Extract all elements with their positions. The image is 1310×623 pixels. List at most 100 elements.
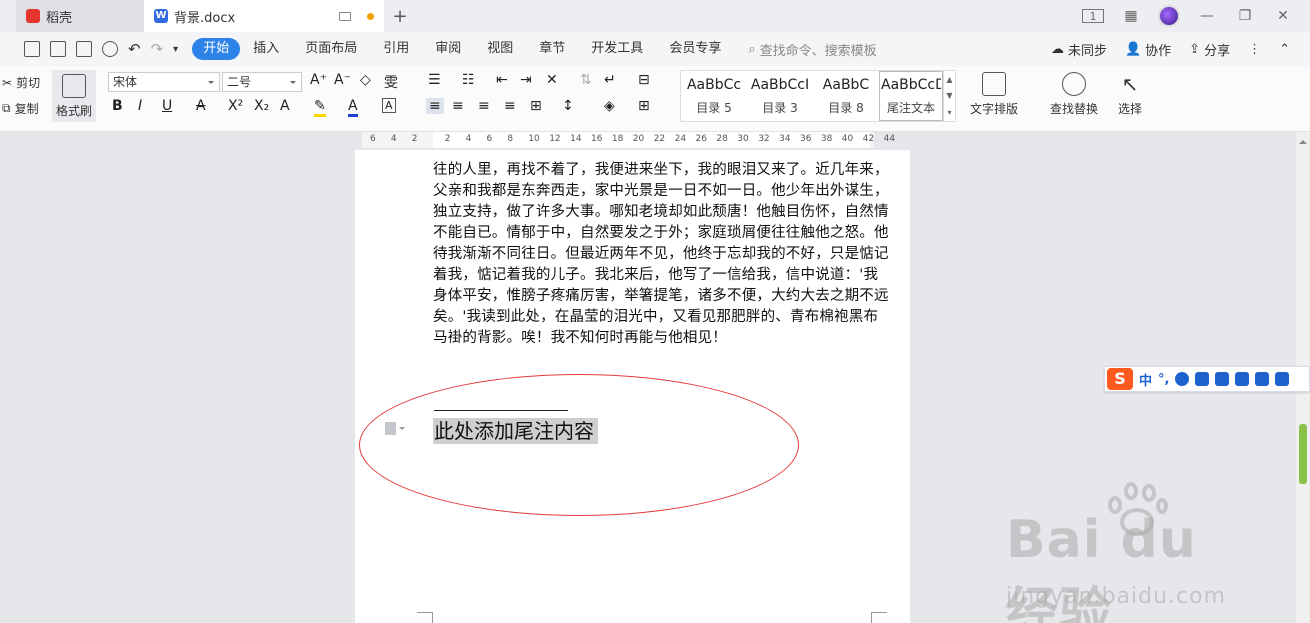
styles-gallery: AaBbCc 目录 5 AaBbCcI 目录 3 AaBbC 目录 8 AaBb…	[680, 70, 956, 122]
numbered-list-icon[interactable]: ☷	[462, 72, 475, 88]
ruler-tick: 6	[370, 134, 376, 144]
close-icon[interactable]: ✕	[1272, 5, 1294, 27]
share-button[interactable]: ⇪ 分享	[1189, 40, 1230, 59]
wps-writer-window: 稻壳 W 背景.docx + 1 ▦ — ❐ ✕ ↶ ↷ ▾ 开始 插入 页面布…	[0, 0, 1310, 623]
text-line: 待我渐渐不同往日。但最近两年不见，他终于忘却我的不好，只是惦记	[433, 246, 889, 262]
sort-icon[interactable]: ⇅	[580, 72, 592, 88]
show-marks-icon[interactable]: ↵	[604, 72, 616, 88]
underline-icon[interactable]: U	[162, 98, 172, 114]
command-search[interactable]: ⌕ 查找命令、搜索模板	[748, 40, 876, 59]
sync-button[interactable]: ☁ 未同步	[1051, 40, 1107, 59]
align-left-icon[interactable]: ≡	[426, 98, 444, 114]
chevron-up-icon[interactable]: ▲	[946, 75, 952, 84]
font-name-select[interactable]: 宋体	[108, 72, 220, 92]
print-icon[interactable]	[76, 41, 92, 57]
tab-insert[interactable]: 插入	[240, 38, 292, 60]
find-replace-button[interactable]: 查找替换	[1050, 72, 1098, 117]
align-center-icon[interactable]: ≡	[452, 98, 464, 114]
strikethrough-icon[interactable]: A	[196, 98, 206, 114]
tab-references[interactable]: 引用	[370, 38, 422, 60]
grid-icon[interactable]	[1275, 372, 1290, 386]
shrink-font-icon[interactable]: A⁻	[334, 72, 351, 88]
document-page[interactable]: 往的人里，再找不着了，我便进来坐下，我的眼泪又来了。近几年来， 父亲和我都是东奔…	[355, 150, 910, 623]
select-button[interactable]: ↖ 选择	[1118, 72, 1142, 117]
font-color-icon[interactable]: A	[348, 98, 358, 117]
tab-view[interactable]: 视图	[474, 38, 526, 60]
restore-icon[interactable]: ❐	[1234, 5, 1256, 27]
tab-member[interactable]: 会员专享	[656, 38, 734, 60]
tab-section[interactable]: 章节	[526, 38, 578, 60]
collapse-ribbon-icon[interactable]: ⌃	[1279, 42, 1290, 57]
keyboard-icon[interactable]	[1215, 372, 1230, 386]
horizontal-ruler[interactable]: 6 4 2 2 4 6 8 10 12 14 16 18 20 22 24 26 28 30 32 34 36 38 40 4…	[0, 132, 1310, 150]
subscript-icon[interactable]: X₂	[254, 98, 269, 114]
highlight-icon[interactable]: ✎	[314, 98, 326, 117]
format-painter-button[interactable]: 格式刷	[52, 70, 96, 122]
distributed-icon[interactable]: ⊞	[530, 98, 542, 114]
emoji-icon[interactable]	[1175, 372, 1190, 386]
more-styles-icon[interactable]: ▾	[947, 108, 951, 117]
body-text[interactable]: 往的人里，再找不着了，我便进来坐下，我的眼泪又来了。近几年来， 父亲和我都是东奔…	[433, 160, 889, 349]
bold-icon[interactable]: B	[112, 98, 123, 114]
scroll-thumb[interactable]	[1299, 424, 1307, 484]
skin-icon[interactable]	[1255, 372, 1270, 386]
save-icon[interactable]	[24, 41, 40, 57]
superscript-icon[interactable]: X²	[228, 98, 243, 114]
more-icon[interactable]: ⋮	[1248, 42, 1261, 57]
phonetic-icon[interactable]: 雯	[384, 72, 398, 92]
grid-apps-icon[interactable]: ▦	[1120, 5, 1142, 27]
chinese-layout-icon[interactable]: ✕	[546, 72, 558, 88]
redo-icon[interactable]: ↷	[151, 40, 164, 58]
style-toc5[interactable]: AaBbCc 目录 5	[681, 71, 747, 121]
char-border-icon[interactable]: A	[382, 98, 396, 113]
monitor-icon[interactable]	[339, 11, 351, 21]
tab-home[interactable]: 开始	[192, 38, 241, 60]
ime-language[interactable]: 中	[1139, 370, 1152, 389]
new-tab-button[interactable]: +	[384, 0, 416, 32]
decrease-indent-icon[interactable]: ⇤	[496, 72, 508, 88]
tab-review[interactable]: 审阅	[422, 38, 474, 60]
tab-daoke[interactable]: 稻壳	[16, 0, 144, 32]
line-spacing-icon[interactable]: ↕	[562, 98, 574, 114]
text-effect-icon[interactable]: A	[280, 98, 290, 114]
ruler-tick: 38	[820, 134, 833, 144]
justify-icon[interactable]: ≡	[504, 98, 516, 114]
page-count-icon[interactable]: 1	[1082, 9, 1104, 23]
grow-font-icon[interactable]: A⁺	[310, 72, 327, 88]
scroll-up-icon[interactable]	[1299, 136, 1307, 144]
bullet-list-icon[interactable]: ☰	[428, 72, 441, 88]
print-preview-icon[interactable]	[102, 41, 118, 57]
copy-button[interactable]: ⧉ 复制	[2, 100, 39, 117]
cut-button[interactable]: ✂ 剪切	[2, 74, 40, 91]
text-layout-button[interactable]: 文字排版	[970, 72, 1018, 117]
shading-icon[interactable]: ◈	[604, 98, 615, 114]
style-toc3[interactable]: AaBbCcI 目录 3	[747, 71, 813, 121]
sogou-logo-icon[interactable]: S	[1107, 368, 1133, 390]
user-icon[interactable]	[1235, 372, 1250, 386]
increase-indent-icon[interactable]: ⇥	[520, 72, 532, 88]
ruler-tick: 42	[862, 134, 875, 144]
minimize-icon[interactable]: —	[1196, 5, 1218, 27]
ime-punctuation[interactable]: °,	[1158, 372, 1169, 387]
avatar[interactable]	[1158, 5, 1180, 27]
tab-developer[interactable]: 开发工具	[578, 38, 656, 60]
undo-icon[interactable]: ↶	[128, 40, 141, 58]
style-endnote-text[interactable]: AaBbCcDd 尾注文本	[879, 71, 943, 121]
tab-stops-icon[interactable]: ⊟	[638, 72, 650, 88]
chevron-down-icon[interactable]: ▼	[946, 91, 952, 100]
font-size-select[interactable]: 二号	[222, 72, 302, 92]
tab-document[interactable]: W 背景.docx	[144, 0, 384, 32]
clear-format-icon[interactable]: ◇	[360, 72, 371, 88]
italic-icon[interactable]: I	[138, 98, 142, 114]
styles-scroll[interactable]: ▲ ▼ ▾	[943, 71, 955, 121]
page-corner-mark	[417, 612, 433, 623]
export-pdf-icon[interactable]	[50, 41, 66, 57]
ime-toolbar[interactable]: S 中 °,	[1104, 366, 1310, 392]
borders-icon[interactable]: ⊞	[638, 98, 650, 114]
collaborate-button[interactable]: 👤 协作	[1125, 40, 1171, 59]
microphone-icon[interactable]	[1195, 372, 1210, 386]
style-toc8[interactable]: AaBbC 目录 8	[813, 71, 879, 121]
align-right-icon[interactable]: ≡	[478, 98, 490, 114]
chevron-down-icon[interactable]: ▾	[173, 44, 178, 55]
tab-page-layout[interactable]: 页面布局	[292, 38, 370, 60]
